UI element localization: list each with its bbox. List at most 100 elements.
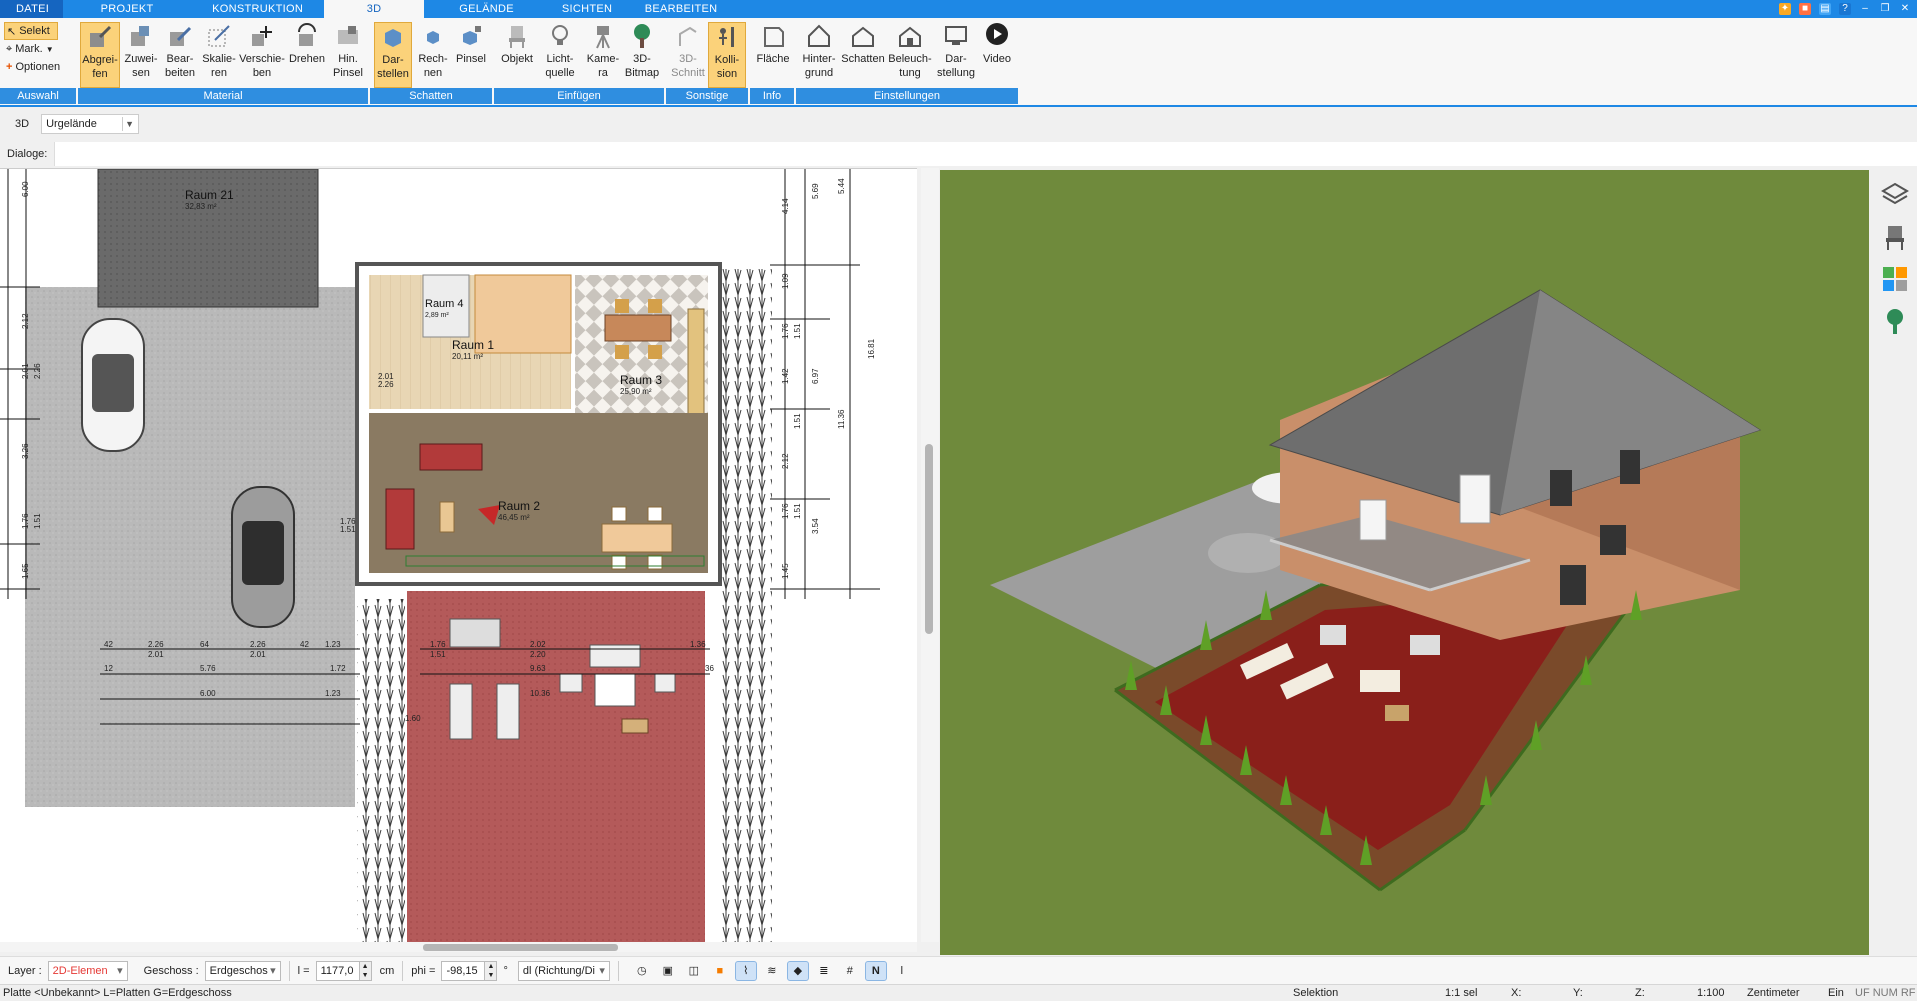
dim-label: 1.42	[781, 368, 790, 384]
select-button[interactable]: ↖ Selekt	[4, 22, 58, 40]
materials-icon[interactable]	[1880, 264, 1910, 294]
section-button[interactable]: 3D- Schnitt	[668, 22, 708, 88]
tab-projekt[interactable]: PROJEKT	[63, 0, 191, 18]
assign-button[interactable]: Zuwei- sen	[122, 22, 160, 88]
mark-button[interactable]: ⌖ Mark. ▼	[4, 40, 76, 58]
floor-plan-view[interactable]: Raum 21 32,83 m² Raum 4 2,89 m² Raum 1 2…	[0, 168, 917, 942]
sun-lounger	[449, 683, 473, 740]
area-button[interactable]: Fläche	[754, 22, 792, 88]
grid-icon[interactable]: #	[839, 961, 861, 981]
layer-select[interactable]: 2D-Elemen ▾	[47, 960, 128, 981]
calculate-label: Rech- nen	[418, 53, 448, 79]
lighting-button[interactable]: Beleuch- tung	[888, 22, 932, 88]
light-button[interactable]: Licht- quelle	[540, 22, 580, 88]
phi-stepper[interactable]: ▲ ▼	[485, 960, 498, 981]
layer-color-icon[interactable]: ■	[709, 961, 731, 981]
minimize-icon[interactable]: –	[1859, 3, 1871, 15]
dim-label: 2.12	[21, 313, 30, 329]
plan-horizontal-scrollbar[interactable]	[0, 942, 917, 952]
length-stepper[interactable]: ▲ ▼	[359, 960, 372, 981]
tab-datei[interactable]: DATEI	[0, 0, 64, 18]
chair	[611, 554, 627, 570]
layer-label: Layer :	[8, 964, 42, 977]
chair	[647, 554, 663, 570]
dim-label: 10.36	[530, 689, 551, 698]
info-icon[interactable]: ǀ	[891, 961, 913, 981]
plant-catalog-icon[interactable]	[1880, 306, 1910, 336]
layers-icon[interactable]	[1880, 180, 1910, 210]
chair	[615, 345, 629, 359]
tab-konstruktion[interactable]: KONSTRUKTION	[191, 0, 324, 18]
tab-sichten[interactable]: SICHTEN	[549, 0, 625, 18]
tab-3d[interactable]: 3D	[324, 0, 425, 18]
pick-button[interactable]: Abgrei- fen	[80, 22, 120, 88]
3d-scene[interactable]	[940, 170, 1869, 955]
dim-label: 5.76	[200, 664, 216, 673]
house-light-icon	[899, 26, 921, 47]
rotate-button[interactable]: Drehen	[288, 22, 326, 88]
tab-bearbeiten[interactable]: BEARBEITEN	[625, 0, 737, 18]
represent-button[interactable]: Dar- stellen	[374, 22, 412, 88]
floor-plan-canvas[interactable]: Raum 21 32,83 m² Raum 4 2,89 m² Raum 1 2…	[0, 169, 917, 942]
tab-gelaende[interactable]: GELÄNDE	[424, 0, 549, 18]
car-grey	[231, 486, 295, 628]
layer-value: 2D-Elemen	[52, 964, 108, 977]
dim-label: 3.54	[811, 518, 820, 534]
group-einfuegen: Einfügen	[494, 88, 664, 104]
display-button[interactable]: Dar- stellung	[934, 22, 978, 88]
shadow-cube-icon	[385, 29, 401, 47]
dim-label: 2.26	[250, 640, 266, 649]
camera-button[interactable]: Kame- ra	[584, 22, 622, 88]
clock-icon[interactable]: ◷	[631, 961, 653, 981]
background-button[interactable]: Hinter- grund	[798, 22, 840, 88]
north-icon[interactable]: N	[864, 960, 887, 981]
edit-button[interactable]: Bear- beiten	[160, 22, 200, 88]
chair-catalog-icon[interactable]	[1880, 222, 1910, 252]
dim-label: 1.76	[21, 513, 30, 529]
screen-icon[interactable]: ▣	[657, 961, 679, 981]
floor-select[interactable]: Erdgeschos ▾	[204, 960, 281, 981]
close-icon[interactable]: ✕	[1899, 3, 1911, 15]
direction-select[interactable]: dl (Richtung/Di ▾	[517, 960, 610, 981]
options-button[interactable]: + Optionen	[4, 58, 76, 76]
view-icon[interactable]: ◫	[683, 961, 705, 981]
snap-lines-icon[interactable]: ≣	[813, 961, 835, 981]
brush-button[interactable]: Hin. Pinsel	[328, 22, 368, 88]
move-button[interactable]: Verschie- ben	[238, 22, 286, 88]
phi-input[interactable]: -98,15	[441, 960, 486, 981]
scroll-thumb[interactable]	[925, 444, 933, 634]
3d-view[interactable]	[940, 170, 1869, 955]
plan-vertical-scrollbar[interactable]	[921, 168, 939, 942]
tools-icon[interactable]: ✦	[1779, 3, 1791, 15]
bitmap-button[interactable]: 3D- Bitmap	[622, 22, 662, 88]
scale-button[interactable]: Skalie- ren	[200, 22, 238, 88]
print-icon[interactable]: ▤	[1819, 3, 1831, 15]
3d-garden-table	[1360, 670, 1400, 692]
status-on: Ein	[1828, 987, 1844, 999]
snap-wave-icon[interactable]: ≋	[761, 961, 783, 981]
pinsel-button[interactable]: Pinsel	[452, 22, 490, 88]
chair-icon	[509, 26, 525, 48]
snap-line-icon[interactable]: ⌇	[734, 960, 757, 981]
chair	[648, 299, 662, 313]
calculate-button[interactable]: Rech- nen	[414, 22, 452, 88]
dim-label: 64	[200, 640, 209, 649]
cursor-icon: ↖	[7, 25, 17, 38]
snap-diamond-icon[interactable]: ◆	[786, 960, 809, 981]
house-outline-icon	[808, 24, 830, 47]
dining-table	[604, 314, 672, 342]
terrain-select[interactable]: Urgelände ▼	[41, 114, 140, 134]
object-button[interactable]: Objekt	[498, 22, 536, 88]
scroll-thumb[interactable]	[423, 944, 618, 951]
shadow-button[interactable]: Schatten	[840, 22, 886, 88]
video-button[interactable]: Video	[980, 22, 1014, 88]
length-input[interactable]: 1177,0	[315, 960, 360, 981]
save-icon[interactable]: ■	[1799, 3, 1811, 15]
dim-label: 16.81	[867, 338, 876, 359]
collision-button[interactable]: Kolli- sion	[708, 22, 746, 88]
restore-icon[interactable]: ❐	[1879, 3, 1891, 15]
dim-label: 1.36	[690, 640, 706, 649]
help-icon[interactable]: ?	[1839, 3, 1851, 15]
3d-window	[1359, 499, 1387, 541]
room-label-raum1: Raum 1	[452, 338, 494, 352]
